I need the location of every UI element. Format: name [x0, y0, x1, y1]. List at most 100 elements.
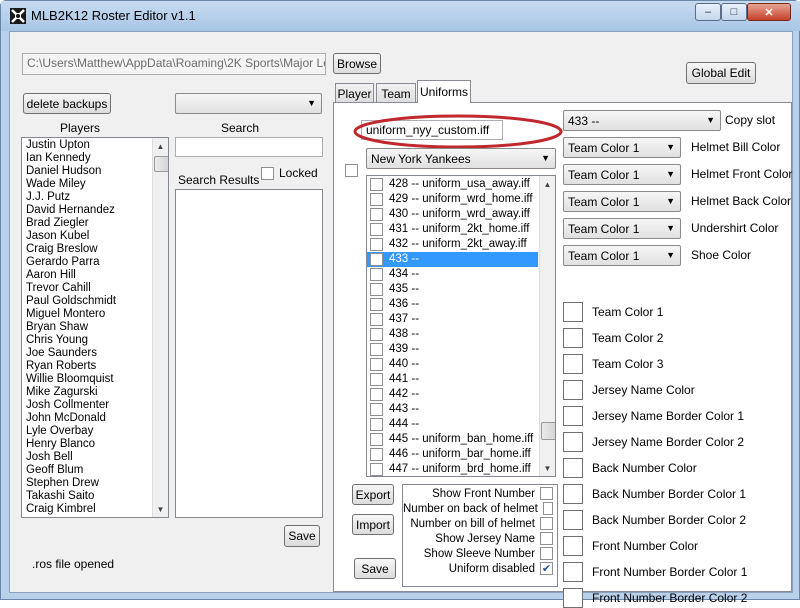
color-swatch[interactable]	[563, 562, 583, 582]
color-swatch[interactable]	[563, 458, 583, 478]
list-item-checkbox[interactable]	[370, 313, 383, 326]
color-swatch[interactable]	[563, 432, 583, 452]
copy-slot-dropdown[interactable]: 433 -- ▼	[563, 110, 721, 131]
list-item-checkbox[interactable]	[370, 298, 383, 311]
list-item[interactable]: J.J. Putz	[22, 191, 152, 204]
players-list[interactable]: Justin Upton Ian Kennedy Daniel Hudson Wade…	[21, 137, 169, 518]
list-item[interactable]: 435 --	[367, 282, 538, 297]
list-item[interactable]: Ryan Roberts	[22, 360, 152, 373]
list-item[interactable]: 440 --	[367, 357, 538, 372]
delete-backups-button[interactable]: delete backups	[23, 93, 111, 114]
list-item[interactable]: 439 --	[367, 342, 538, 357]
maximize-button[interactable]: □	[721, 3, 747, 21]
search-input[interactable]	[175, 137, 323, 157]
scroll-thumb[interactable]	[154, 156, 168, 172]
list-item[interactable]: Geoff Blum	[22, 464, 152, 477]
list-item-checkbox[interactable]	[370, 373, 383, 386]
list-item[interactable]: Joe Saunders	[22, 347, 152, 360]
list-item-checkbox[interactable]	[370, 418, 383, 431]
list-item[interactable]: Henry Blanco	[22, 438, 152, 451]
color-swatch[interactable]	[563, 354, 583, 374]
scroll-down-icon[interactable]: ▼	[153, 501, 168, 517]
list-item[interactable]: Craig Breslow	[22, 243, 152, 256]
list-item[interactable]: David Hernandez	[22, 204, 152, 217]
list-item[interactable]: Trevor Cahill	[22, 282, 152, 295]
list-item-checkbox[interactable]	[370, 193, 383, 206]
list-item[interactable]: Ian Kennedy	[22, 152, 152, 165]
list-item[interactable]: Gerardo Parra	[22, 256, 152, 269]
scroll-down-icon[interactable]: ▼	[540, 460, 555, 476]
list-item-checkbox[interactable]	[370, 448, 383, 461]
list-item-checkbox[interactable]	[370, 223, 383, 236]
list-item[interactable]: 443 --	[367, 402, 538, 417]
color-dropdown[interactable]: Team Color 1 ▼	[563, 218, 681, 239]
list-item[interactable]: Craig Kimbrel	[22, 503, 152, 516]
color-swatch[interactable]	[563, 536, 583, 556]
color-dropdown[interactable]: Team Color 1 ▼	[563, 164, 681, 185]
list-item[interactable]: Mike Zagurski	[22, 386, 152, 399]
list-item[interactable]: John McDonald	[22, 412, 152, 425]
close-button[interactable]: ✕	[747, 3, 791, 21]
scroll-up-icon[interactable]: ▲	[153, 138, 168, 154]
list-item[interactable]: Willie Bloomquist	[22, 373, 152, 386]
browse-button[interactable]: Browse	[333, 53, 381, 74]
list-item[interactable]: Chris Young	[22, 334, 152, 347]
color-swatch[interactable]	[563, 484, 583, 504]
option-checkbox[interactable]	[540, 487, 553, 500]
option-checkbox[interactable]	[542, 502, 553, 515]
tab-player[interactable]: Player	[335, 83, 374, 103]
list-item-checkbox[interactable]	[370, 178, 383, 191]
list-item-checkbox[interactable]	[370, 253, 383, 266]
list-item[interactable]: Paul Goldschmidt	[22, 295, 152, 308]
scroll-up-icon[interactable]: ▲	[540, 176, 555, 192]
list-item[interactable]: Miguel Montero	[22, 308, 152, 321]
option-checkbox[interactable]	[540, 532, 553, 545]
color-swatch[interactable]	[563, 406, 583, 426]
list-item[interactable]: 444 --	[367, 417, 538, 432]
list-item[interactable]: Stephen Drew	[22, 477, 152, 490]
list-item[interactable]: Bryan Shaw	[22, 321, 152, 334]
save-uniform-button[interactable]: Save	[354, 558, 396, 579]
list-item[interactable]: 446 -- uniform_bar_home.iff	[367, 447, 538, 462]
list-item[interactable]: 432 -- uniform_2kt_away.iff	[367, 237, 538, 252]
list-item-checkbox[interactable]	[370, 238, 383, 251]
list-item-checkbox[interactable]	[370, 328, 383, 341]
list-item-checkbox[interactable]	[370, 388, 383, 401]
locked-checkbox[interactable]	[261, 167, 274, 180]
list-item-checkbox[interactable]	[370, 343, 383, 356]
list-item[interactable]: 442 --	[367, 387, 538, 402]
color-dropdown[interactable]: Team Color 1 ▼	[563, 191, 681, 212]
list-item[interactable]: Lyle Overbay	[22, 425, 152, 438]
color-dropdown[interactable]: Team Color 1 ▼	[563, 245, 681, 266]
tab-team[interactable]: Team	[376, 83, 416, 103]
tab-uniforms[interactable]: Uniforms	[417, 80, 471, 103]
color-dropdown[interactable]: Team Color 1 ▼	[563, 137, 681, 158]
list-item-checkbox[interactable]	[370, 403, 383, 416]
scroll-thumb[interactable]	[541, 422, 555, 440]
list-item[interactable]: 428 -- uniform_usa_away.iff	[367, 177, 538, 192]
list-item-checkbox[interactable]	[370, 208, 383, 221]
uniform-scrollbar[interactable]: ▲ ▼	[539, 176, 555, 476]
list-item[interactable]: Brad Ziegler	[22, 217, 152, 230]
color-swatch[interactable]	[563, 328, 583, 348]
list-item[interactable]: 447 -- uniform_brd_home.iff	[367, 462, 538, 476]
list-item[interactable]: 437 --	[367, 312, 538, 327]
list-item[interactable]: 431 -- uniform_2kt_home.iff	[367, 222, 538, 237]
option-checkbox[interactable]	[540, 517, 553, 530]
team-enable-checkbox[interactable]	[345, 164, 358, 177]
option-checkbox[interactable]: ✔	[540, 562, 553, 575]
list-item[interactable]: Josh Collmenter	[22, 399, 152, 412]
color-swatch[interactable]	[563, 588, 583, 608]
color-swatch[interactable]	[563, 380, 583, 400]
uniform-list[interactable]: 428 -- uniform_usa_away.iff 429 -- unifor…	[366, 175, 556, 477]
color-swatch[interactable]	[563, 510, 583, 530]
list-item[interactable]: 441 --	[367, 372, 538, 387]
list-item[interactable]: Aaron Hill	[22, 269, 152, 282]
option-checkbox[interactable]	[540, 547, 553, 560]
list-item-checkbox[interactable]	[370, 358, 383, 371]
list-item[interactable]: 438 --	[367, 327, 538, 342]
list-item[interactable]: Justin Upton	[22, 139, 152, 152]
list-item[interactable]: Takashi Saito	[22, 490, 152, 503]
list-item[interactable]: Wade Miley	[22, 178, 152, 191]
search-results-list[interactable]	[175, 189, 323, 518]
